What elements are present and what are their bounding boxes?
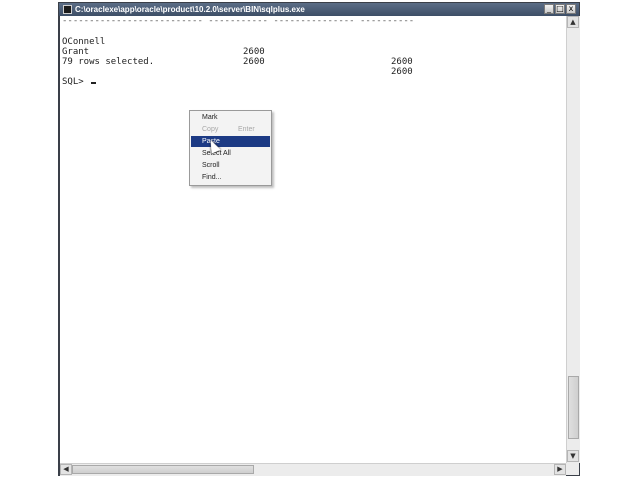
- vertical-scrollbar[interactable]: ▲ ▼: [566, 16, 580, 463]
- row-value: 2600: [243, 47, 265, 57]
- menu-item-select-all[interactable]: Select All: [191, 148, 270, 159]
- close-button[interactable]: x: [566, 4, 576, 14]
- horizontal-scrollbar[interactable]: ◀ ▶: [60, 463, 566, 476]
- window-title: C:\oraclexe\app\oracle\product\10.2.0\se…: [75, 5, 305, 14]
- row-value: 2600: [243, 57, 265, 67]
- scroll-left-arrow-icon[interactable]: ◀: [60, 464, 72, 475]
- scroll-down-arrow-icon[interactable]: ▼: [567, 450, 579, 462]
- console-app-icon: [63, 4, 72, 14]
- title-bar[interactable]: C:\oraclexe\app\oracle\product\10.2.0\se…: [59, 3, 579, 16]
- row-value: 2600: [391, 67, 413, 77]
- maximize-button[interactable]: □: [555, 4, 565, 14]
- scroll-right-arrow-icon[interactable]: ▶: [554, 464, 566, 475]
- menu-item-label: Scroll: [202, 162, 220, 169]
- console-output[interactable]: -------------------------- ----------- -…: [60, 16, 566, 463]
- menu-item-find[interactable]: Find...: [191, 172, 270, 183]
- scroll-up-arrow-icon[interactable]: ▲: [567, 16, 579, 28]
- column-separator: -------------------------- ----------- -…: [62, 16, 415, 26]
- sql-prompt-line[interactable]: SQL>: [62, 77, 97, 87]
- horizontal-scroll-thumb[interactable]: [72, 465, 254, 474]
- menu-item-shortcut: Enter: [238, 126, 255, 133]
- menu-item-label: Copy: [202, 126, 219, 133]
- row-value: 2600: [391, 57, 413, 67]
- sql-prompt: SQL>: [62, 77, 90, 87]
- menu-item-mark[interactable]: Mark: [191, 112, 270, 123]
- row-last-name: Grant: [62, 47, 90, 57]
- minimize-button[interactable]: _: [544, 4, 554, 14]
- menu-item-scroll[interactable]: Scroll: [191, 160, 270, 171]
- context-menu: Mark Copy Enter Paste Select All Scroll …: [189, 110, 272, 186]
- vertical-scroll-thumb[interactable]: [568, 376, 579, 439]
- text-cursor: [91, 82, 97, 84]
- menu-item-copy: Copy Enter: [191, 124, 270, 135]
- menu-item-paste[interactable]: Paste: [191, 136, 270, 147]
- scrollbar-corner: [566, 463, 579, 475]
- menu-item-label: Find...: [202, 174, 222, 181]
- rows-selected-message: 79 rows selected.: [62, 57, 155, 67]
- menu-item-label: Mark: [202, 114, 218, 121]
